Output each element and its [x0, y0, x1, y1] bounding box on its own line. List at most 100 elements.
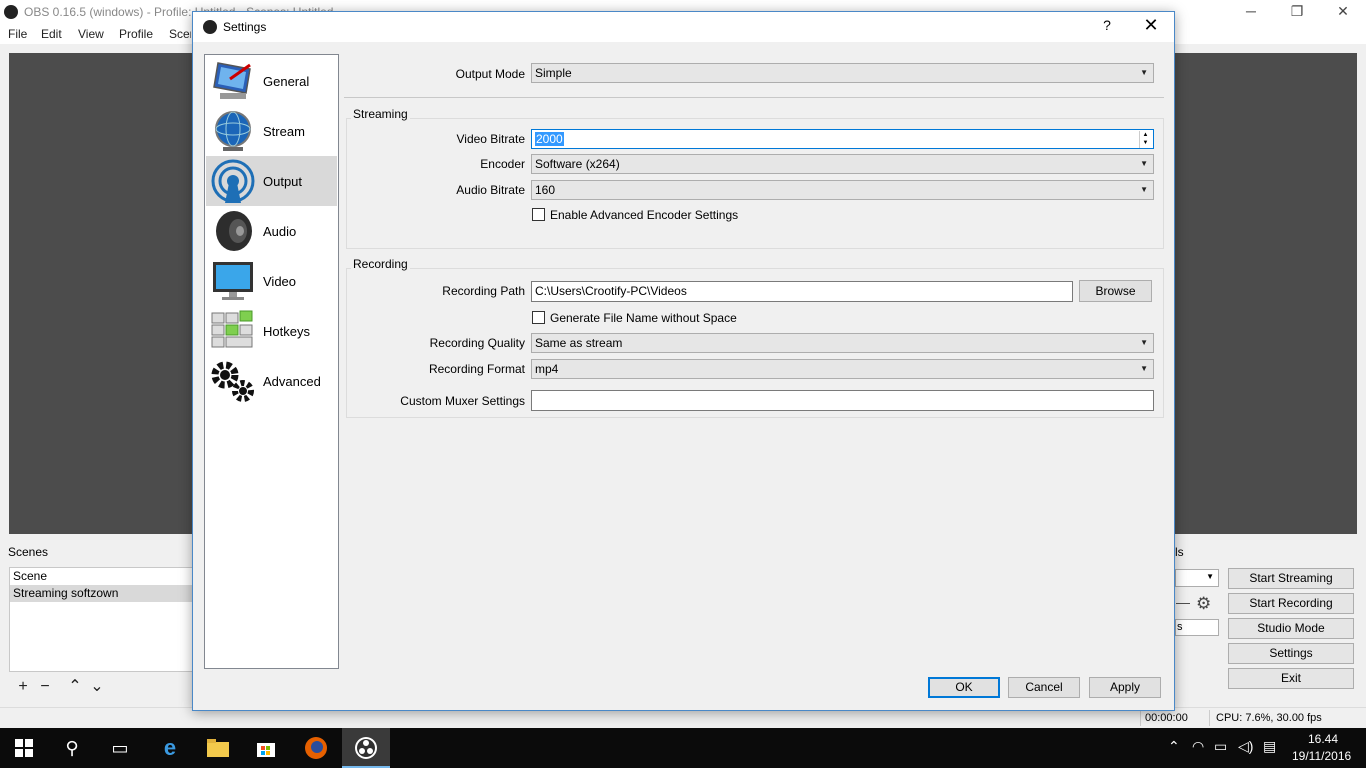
scene-item[interactable]: Streaming softzown: [10, 585, 198, 602]
recording-path-input[interactable]: C:\Users\Crootify-PC\Videos: [531, 281, 1073, 302]
monitor-icon: [213, 62, 251, 99]
output-mode-label: Output Mode: [455, 67, 525, 81]
obs-logo-icon: [4, 5, 18, 19]
menu-edit[interactable]: Edit: [41, 27, 62, 41]
chevron-down-icon: ▼: [1140, 159, 1148, 168]
sidebar-label: Audio: [263, 224, 297, 239]
recording-format-value: mp4: [535, 362, 559, 376]
sidebar-label: Video: [263, 274, 297, 289]
sidebar-item-hotkeys[interactable]: Hotkeys: [206, 306, 337, 356]
sidebar-item-general[interactable]: General: [206, 56, 337, 106]
broadcast-icon: [211, 159, 255, 203]
sidebar-item-audio[interactable]: Audio: [206, 206, 337, 256]
sidebar-item-advanced[interactable]: Advanced: [206, 356, 337, 406]
task-view-icon[interactable]: ▭: [96, 728, 144, 768]
divider: [344, 97, 1164, 98]
settings-button[interactable]: Settings: [1228, 643, 1354, 664]
start-streaming-button[interactable]: Start Streaming: [1228, 568, 1354, 589]
mixer-label-fragment: ls: [1175, 545, 1184, 559]
obs-taskbar-icon[interactable]: [342, 728, 390, 768]
firefox-icon[interactable]: [292, 728, 340, 768]
taskbar: ⚲ ▭ e ⌃ ◠ ▭ ◁) ▤ 16.44 19/11/2016: [0, 728, 1366, 768]
cancel-button[interactable]: Cancel: [1008, 677, 1080, 698]
audio-bitrate-combo[interactable]: 160 ▼: [531, 180, 1154, 200]
chevron-down-icon: ▼: [1140, 364, 1148, 373]
output-mode-combo[interactable]: Simple ▼: [531, 63, 1154, 83]
obs-logo-icon: [203, 20, 217, 34]
keyboard-icon: [211, 310, 253, 348]
checkbox-icon[interactable]: [532, 208, 545, 221]
menu-view[interactable]: View: [78, 27, 104, 41]
recording-quality-label: Recording Quality: [429, 336, 525, 350]
encoder-label: Encoder: [480, 157, 525, 171]
sidebar-item-output[interactable]: Output: [206, 156, 337, 206]
sidebar-item-stream[interactable]: Stream: [206, 106, 337, 156]
windows-start-icon[interactable]: [0, 728, 48, 768]
checkbox-icon[interactable]: [532, 311, 545, 324]
dialog-titlebar: Settings ? ✕: [193, 12, 1174, 42]
close-icon[interactable]: ✕: [1131, 15, 1171, 39]
exit-button[interactable]: Exit: [1228, 668, 1354, 689]
advanced-encoder-checkbox[interactable]: Enable Advanced Encoder Settings: [532, 208, 738, 224]
no-space-label: Generate File Name without Space: [550, 311, 737, 325]
recording-quality-value: Same as stream: [535, 336, 623, 350]
store-icon[interactable]: [242, 728, 290, 768]
chevron-down-icon: ▼: [1140, 68, 1148, 77]
wifi-icon[interactable]: ◠: [1192, 738, 1204, 755]
menu-file[interactable]: File: [8, 27, 27, 41]
apply-button[interactable]: Apply: [1089, 677, 1161, 698]
status-cpu: CPU: 7.6%, 30.00 fps: [1216, 712, 1322, 724]
streaming-group-title: Streaming: [351, 107, 410, 121]
file-explorer-icon[interactable]: [194, 728, 242, 768]
add-icon[interactable]: +: [12, 678, 34, 696]
menu-scene[interactable]: Scene: [169, 27, 191, 41]
dialog-title: Settings: [223, 20, 267, 34]
gears-icon: [211, 361, 254, 402]
studio-mode-button[interactable]: Studio Mode: [1228, 618, 1354, 639]
move-down-icon[interactable]: ⌄: [86, 676, 108, 696]
minimize-icon[interactable]: ─: [1228, 0, 1274, 24]
encoder-combo[interactable]: Software (x264) ▼: [531, 154, 1154, 174]
status-divider: [1209, 710, 1210, 726]
video-bitrate-label: Video Bitrate: [456, 132, 526, 146]
recording-quality-combo[interactable]: Same as stream ▼: [531, 333, 1154, 353]
advanced-encoder-label: Enable Advanced Encoder Settings: [550, 208, 739, 222]
notification-icon[interactable]: ▤: [1263, 738, 1276, 755]
move-up-icon[interactable]: ⌃: [64, 676, 86, 696]
recording-path-label: Recording Path: [442, 284, 525, 298]
scenes-list[interactable]: Scene Streaming softzown: [9, 567, 199, 672]
encoder-value: Software (x264): [535, 157, 620, 171]
volume-icon[interactable]: ◁): [1238, 738, 1253, 755]
video-bitrate-spinbox[interactable]: 2000 ▲ ▼: [531, 129, 1154, 149]
chevron-up-icon[interactable]: ⌃: [1168, 738, 1180, 755]
close-icon[interactable]: ✕: [1320, 0, 1366, 24]
maximize-icon[interactable]: ❐: [1274, 0, 1320, 24]
spin-arrows-icon[interactable]: ▲ ▼: [1139, 131, 1151, 148]
edge-icon[interactable]: e: [146, 728, 194, 768]
search-icon[interactable]: ⚲: [48, 728, 96, 768]
settings-sidebar: General Stream Output Audio Video Hotkey…: [204, 54, 339, 669]
chevron-down-icon: ▼: [1140, 185, 1148, 194]
remove-icon[interactable]: −: [34, 678, 56, 696]
help-icon[interactable]: ?: [1093, 17, 1121, 37]
output-mode-value: Simple: [535, 66, 572, 80]
no-space-checkbox[interactable]: Generate File Name without Space: [532, 311, 737, 327]
clock-date[interactable]: 19/11/2016: [1292, 749, 1351, 763]
start-recording-button[interactable]: Start Recording: [1228, 593, 1354, 614]
scene-item[interactable]: Scene: [10, 568, 198, 585]
menu-profile[interactable]: Profile: [119, 27, 153, 41]
status-divider: [1140, 710, 1141, 726]
recording-format-combo[interactable]: mp4 ▼: [531, 359, 1154, 379]
custom-muxer-input[interactable]: [531, 390, 1154, 411]
ok-button[interactable]: OK: [928, 677, 1000, 698]
audio-bitrate-value: 160: [535, 183, 556, 197]
mixer-spinbox[interactable]: s: [1175, 619, 1219, 636]
sidebar-item-video[interactable]: Video: [206, 256, 337, 306]
gear-icon[interactable]: ⚙: [1196, 594, 1211, 614]
browse-button[interactable]: Browse: [1079, 280, 1152, 302]
display-icon: [213, 262, 253, 300]
battery-icon[interactable]: ▭: [1214, 738, 1227, 755]
mixer-combo[interactable]: [1175, 569, 1219, 587]
clock-time[interactable]: 16.44: [1308, 732, 1338, 746]
sidebar-label: Hotkeys: [263, 324, 310, 339]
